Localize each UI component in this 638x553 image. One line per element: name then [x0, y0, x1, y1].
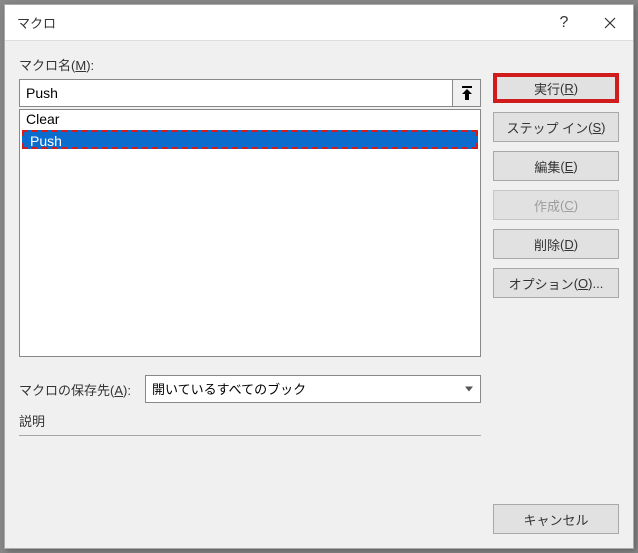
storage-label: マクロの保存先(A):: [19, 380, 131, 399]
description-area: [19, 435, 481, 507]
delete-button[interactable]: 削除(D): [493, 229, 619, 259]
step-in-button[interactable]: ステップ イン(S): [493, 112, 619, 142]
macro-name-label: マクロ名(M):: [19, 55, 481, 74]
edit-button[interactable]: 編集(E): [493, 151, 619, 181]
description-label: 説明: [19, 411, 481, 430]
storage-select[interactable]: 開いているすべてのブック: [145, 375, 481, 403]
cancel-button[interactable]: キャンセル: [493, 504, 619, 534]
macro-list[interactable]: ClearPush: [19, 109, 481, 357]
help-button[interactable]: ?: [541, 5, 587, 41]
dialog-title: マクロ: [17, 13, 541, 32]
arrow-up-icon: [461, 86, 473, 100]
dialog-content: マクロ名(M): ClearPush マクロの保存先(A):: [5, 41, 633, 548]
run-button[interactable]: 実行(R): [493, 73, 619, 103]
macro-name-input[interactable]: [19, 79, 453, 107]
close-button[interactable]: [587, 5, 633, 41]
list-item[interactable]: Push: [22, 130, 478, 149]
go-up-button[interactable]: [453, 79, 481, 107]
titlebar: マクロ ?: [5, 5, 633, 41]
options-button[interactable]: オプション(O)...: [493, 268, 619, 298]
list-item[interactable]: Clear: [20, 110, 480, 129]
close-icon: [604, 17, 616, 29]
macro-dialog: マクロ ? マクロ名(M): C: [4, 4, 634, 549]
create-button[interactable]: 作成(C): [493, 190, 619, 220]
dialog-footer: キャンセル: [493, 504, 619, 534]
